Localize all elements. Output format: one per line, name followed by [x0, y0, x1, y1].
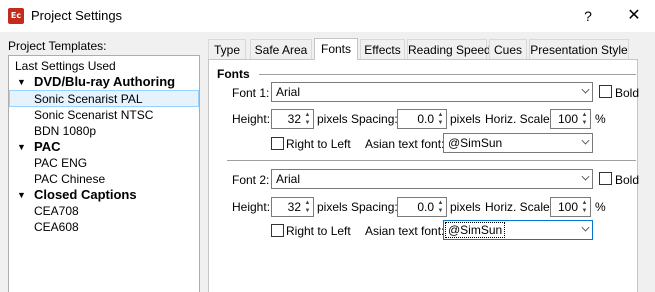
font2-bold-checkbox[interactable]: [599, 172, 612, 185]
spin-down-icon[interactable]: ▼: [436, 119, 445, 127]
tree-item-pac-eng[interactable]: PAC ENG: [9, 155, 199, 171]
font2-height-unit: pixels: [317, 200, 348, 214]
font2-label: Font 2:: [232, 173, 270, 187]
spin-down-icon[interactable]: ▼: [580, 207, 589, 215]
window-title: Project Settings: [31, 8, 123, 23]
font2-select[interactable]: Arial: [271, 169, 593, 189]
tab-type[interactable]: Type: [208, 39, 246, 59]
font2-spacing-spinner[interactable]: 0.0 ▲ ▼: [397, 197, 447, 217]
spin-up-icon[interactable]: ▲: [580, 199, 589, 207]
font2-rtl-checkbox[interactable]: [271, 224, 284, 237]
chevron-down-icon: [581, 85, 590, 94]
tree-item-bdn-1080p[interactable]: BDN 1080p: [9, 123, 199, 139]
font1-height-label: Height:: [232, 112, 271, 126]
font1-spacing-spinner[interactable]: 0.0 ▲ ▼: [397, 109, 447, 129]
font-section-divider: [227, 160, 636, 161]
font2-rtl-label: Right to Left: [286, 224, 351, 238]
chevron-down-icon: [581, 223, 590, 232]
tree-item-cea708[interactable]: CEA708: [9, 203, 199, 219]
tree-item-sonic-scenarist-pal[interactable]: Sonic Scenarist PAL: [9, 90, 199, 107]
font2-asian-value: @SimSun: [444, 222, 506, 238]
fonts-heading-divider: [259, 74, 636, 75]
tab-safe-area[interactable]: Safe Area: [250, 39, 312, 59]
tab-effects[interactable]: Effects: [360, 39, 405, 59]
font1-asian-label: Asian text font:: [365, 137, 445, 151]
font2-scale-unit: %: [595, 200, 606, 214]
font2-height-label: Height:: [232, 200, 271, 214]
project-templates-tree[interactable]: Last Settings Used ▼ DVD/Blu-ray Authorin…: [8, 55, 200, 292]
font1-asian-value: @SimSun: [448, 136, 503, 150]
app-icon: Ec: [8, 8, 24, 24]
font1-scale-label: Horiz. Scale:: [485, 112, 554, 126]
spin-up-icon[interactable]: ▲: [436, 111, 445, 119]
tab-reading-speed[interactable]: Reading Speed: [407, 39, 491, 59]
tab-fonts[interactable]: Fonts: [314, 38, 358, 60]
spin-up-icon[interactable]: ▲: [303, 111, 312, 119]
font1-rtl-checkbox[interactable]: [271, 137, 284, 150]
collapse-arrow-icon[interactable]: ▼: [17, 74, 26, 90]
font1-bold-checkbox[interactable]: [599, 85, 612, 98]
tree-group-closed-captions[interactable]: ▼ Closed Captions: [9, 187, 199, 203]
spin-down-icon[interactable]: ▼: [303, 207, 312, 215]
font2-height-spinner[interactable]: 32 ▲ ▼: [271, 197, 314, 217]
font2-value: Arial: [276, 172, 301, 186]
spin-down-icon[interactable]: ▼: [436, 207, 445, 215]
project-templates-label: Project Templates:: [8, 39, 107, 53]
font1-asian-select[interactable]: @SimSun: [443, 133, 593, 153]
font1-scale-spinner[interactable]: 100 ▲ ▼: [550, 109, 591, 129]
font2-asian-label: Asian text font:: [365, 224, 445, 238]
font2-asian-select[interactable]: @SimSun: [443, 220, 593, 240]
font2-bold-label: Bold: [615, 173, 640, 187]
fonts-heading: Fonts: [217, 67, 250, 81]
tree-item-cea608[interactable]: CEA608: [9, 219, 199, 235]
font1-spacing-unit: pixels: [450, 112, 481, 126]
collapse-arrow-icon[interactable]: ▼: [17, 187, 26, 203]
settings-tabs: Type Safe Area Fonts Effects Reading Spe…: [208, 38, 638, 60]
font1-scale-unit: %: [595, 112, 606, 126]
spin-down-icon[interactable]: ▼: [303, 119, 312, 127]
collapse-arrow-icon[interactable]: ▼: [17, 139, 26, 155]
help-button[interactable]: ?: [570, 0, 606, 32]
tab-presentation-style[interactable]: Presentation Style: [529, 39, 629, 59]
font1-rtl-label: Right to Left: [286, 137, 351, 151]
fonts-panel: Fonts Font 1: Arial Bold Height: 32 ▲ ▼ …: [208, 59, 640, 292]
font1-value: Arial: [276, 85, 301, 99]
chevron-down-icon: [581, 172, 590, 181]
font1-select[interactable]: Arial: [271, 82, 593, 102]
font2-scale-spinner[interactable]: 100 ▲ ▼: [550, 197, 591, 217]
tree-item-pac-chinese[interactable]: PAC Chinese: [9, 171, 199, 187]
tab-cues[interactable]: Cues: [489, 39, 527, 59]
tree-item-sonic-scenarist-ntsc[interactable]: Sonic Scenarist NTSC: [9, 107, 199, 123]
font2-scale-label: Horiz. Scale:: [485, 200, 554, 214]
font2-spacing-label: Spacing:: [351, 200, 398, 214]
tree-group-pac[interactable]: ▼ PAC: [9, 139, 199, 155]
font2-spacing-unit: pixels: [450, 200, 481, 214]
font1-bold-label: Bold: [615, 86, 640, 100]
font1-spacing-label: Spacing:: [351, 112, 398, 126]
spin-up-icon[interactable]: ▲: [436, 199, 445, 207]
spin-down-icon[interactable]: ▼: [580, 119, 589, 127]
tree-group-dvd-bluray[interactable]: ▼ DVD/Blu-ray Authoring: [9, 74, 199, 90]
spin-up-icon[interactable]: ▲: [580, 111, 589, 119]
tree-item-last-settings[interactable]: Last Settings Used: [9, 58, 199, 74]
title-bar: Ec Project Settings ? ✕: [0, 0, 655, 32]
font1-label: Font 1:: [232, 86, 270, 100]
font1-height-unit: pixels: [317, 112, 348, 126]
spin-up-icon[interactable]: ▲: [303, 199, 312, 207]
font1-height-spinner[interactable]: 32 ▲ ▼: [271, 109, 314, 129]
chevron-down-icon: [581, 136, 590, 145]
close-button[interactable]: ✕: [614, 0, 654, 32]
